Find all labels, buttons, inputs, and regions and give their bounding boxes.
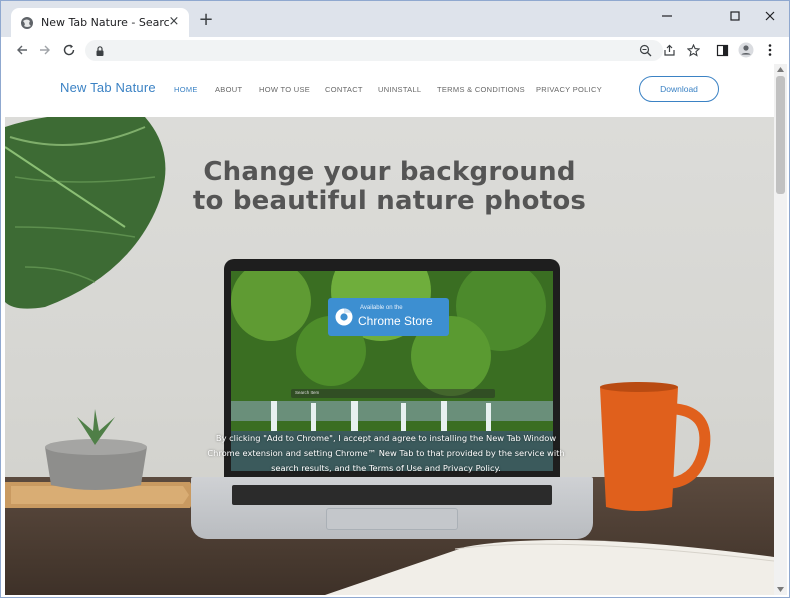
laptop-base bbox=[191, 477, 593, 539]
chrome-store-button[interactable]: Available on the Chrome Store bbox=[328, 298, 449, 336]
globe-icon bbox=[19, 15, 35, 31]
back-icon[interactable] bbox=[13, 41, 31, 59]
menu-icon[interactable] bbox=[761, 41, 779, 59]
badge-title: Chrome Store bbox=[358, 314, 433, 328]
nav-uninstall[interactable]: UNINSTALL bbox=[378, 85, 421, 94]
chrome-logo-icon bbox=[335, 308, 353, 326]
tab-strip: New Tab Nature - Search the web × + bbox=[1, 1, 789, 37]
share-icon[interactable] bbox=[661, 42, 678, 59]
close-icon[interactable] bbox=[760, 7, 780, 25]
maximize-icon[interactable] bbox=[725, 7, 745, 25]
tab-title: New Tab Nature - Search the web bbox=[41, 16, 169, 29]
page-scrollbar[interactable] bbox=[774, 64, 787, 595]
keyboard bbox=[232, 485, 552, 505]
mug-decoration bbox=[600, 382, 711, 511]
plant-decoration bbox=[5, 409, 197, 508]
leaf-decoration bbox=[5, 117, 166, 309]
sidebar-icon[interactable] bbox=[713, 41, 731, 59]
nav-about[interactable]: ABOUT bbox=[215, 85, 242, 94]
site-header: New Tab Nature HOME ABOUT HOW TO USE CON… bbox=[5, 64, 774, 117]
site-logo[interactable]: New Tab Nature bbox=[60, 80, 156, 95]
hero-headline-line1: Change your background bbox=[203, 157, 576, 187]
browser-toolbar bbox=[1, 37, 789, 64]
address-bar[interactable] bbox=[85, 40, 663, 61]
screen-search-placeholder: Search Item bbox=[295, 390, 320, 395]
download-button[interactable]: Download bbox=[639, 76, 719, 102]
nav-home[interactable]: HOME bbox=[174, 85, 198, 94]
badge-subtitle: Available on the bbox=[360, 305, 403, 311]
nav-contact[interactable]: CONTACT bbox=[325, 85, 363, 94]
page-viewport: New Tab Nature HOME ABOUT HOW TO USE CON… bbox=[5, 64, 774, 595]
install-disclaimer: By clicking "Add to Chrome", I accept an… bbox=[207, 433, 565, 473]
zoom-icon[interactable] bbox=[637, 42, 654, 59]
screen-search-box: Search Item bbox=[291, 389, 495, 398]
hero-headline-line2: to beautiful nature photos bbox=[192, 186, 587, 216]
forward-icon[interactable] bbox=[36, 41, 54, 59]
nav-privacy-policy[interactable]: PRIVACY POLICY bbox=[536, 85, 602, 94]
nav-terms[interactable]: TERMS & CONDITIONS bbox=[437, 85, 525, 94]
scroll-down-icon[interactable] bbox=[774, 584, 787, 595]
lock-icon[interactable] bbox=[93, 43, 107, 57]
tab-close-icon[interactable]: × bbox=[167, 15, 181, 29]
scroll-thumb[interactable] bbox=[776, 76, 785, 194]
reload-icon[interactable] bbox=[60, 41, 78, 59]
hero-section: Change your background to beautiful natu… bbox=[5, 117, 774, 595]
new-tab-button[interactable]: + bbox=[197, 11, 215, 29]
trackpad bbox=[326, 508, 458, 530]
scroll-up-icon[interactable] bbox=[774, 64, 787, 75]
browser-window: New Tab Nature - Search the web × + bbox=[0, 0, 790, 598]
nav-how-to-use[interactable]: HOW TO USE bbox=[259, 85, 310, 94]
profile-icon[interactable] bbox=[737, 41, 755, 59]
minimize-icon[interactable] bbox=[657, 7, 677, 25]
browser-tab[interactable]: New Tab Nature - Search the web × bbox=[11, 8, 189, 37]
star-icon[interactable] bbox=[685, 42, 702, 59]
